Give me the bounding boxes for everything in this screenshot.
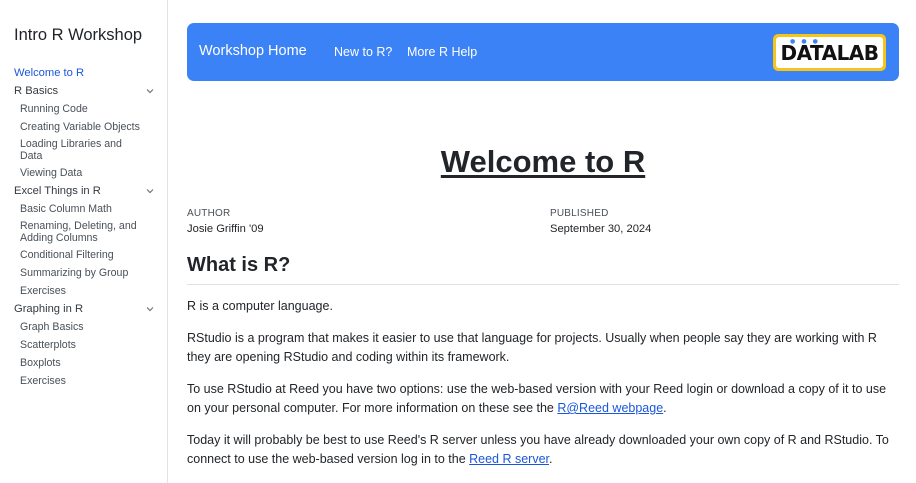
- chevron-down-icon[interactable]: [144, 303, 156, 315]
- sidebar-item-renaming-deleting-and-adding-columns[interactable]: Renaming, Deleting, and Adding Columns: [0, 220, 140, 244]
- sidebar-item-graph-basics[interactable]: Graph Basics: [0, 320, 168, 334]
- sidebar-item-label: Boxplots: [20, 357, 61, 369]
- author-label: AUTHOR: [187, 208, 231, 219]
- sidebar-item-boxplots[interactable]: Boxplots: [0, 356, 168, 370]
- main-content: Welcome to R AUTHOR Josie Griffin '09 PU…: [187, 0, 899, 483]
- paragraph-2: RStudio is a program that makes it easie…: [187, 331, 877, 364]
- sidebar-item-label: Running Code: [20, 103, 88, 115]
- sidebar-item-conditional-filtering[interactable]: Conditional Filtering: [0, 248, 168, 262]
- page-title-text: Welcome to R: [440, 144, 646, 179]
- sidebar-item-label: R Basics: [14, 85, 59, 97]
- chevron-down-icon[interactable]: [144, 85, 156, 97]
- sidebar-section-graphing-in-r[interactable]: Graphing in R: [0, 302, 168, 316]
- sidebar-item-label: Loading Libraries and Data: [20, 138, 122, 162]
- sidebar-item-label: Excel Things in R: [14, 185, 101, 197]
- paragraph-3-text: To use RStudio at Reed you have two opti…: [187, 382, 887, 415]
- sidebar-item-label: Renaming, Deleting, and Adding Columns: [20, 220, 137, 244]
- sidebar-section-r-basics[interactable]: R Basics: [0, 84, 168, 98]
- sidebar-item-loading-libraries-and-data[interactable]: Loading Libraries and Data: [0, 138, 140, 162]
- sidebar-item-label: Graph Basics: [20, 321, 84, 333]
- sidebar-item-label: Summarizing by Group: [20, 267, 129, 279]
- sidebar-item-running-code[interactable]: Running Code: [0, 102, 168, 116]
- author-name: Josie Griffin '09: [187, 223, 264, 235]
- chevron-down-icon[interactable]: [144, 185, 156, 197]
- sidebar-title[interactable]: Intro R Workshop: [14, 26, 142, 45]
- paragraph-4-end: .: [549, 452, 553, 466]
- published-label: PUBLISHED: [550, 208, 609, 219]
- sidebar-item-basic-column-math[interactable]: Basic Column Math: [0, 202, 168, 216]
- sidebar-item-label: Viewing Data: [20, 167, 83, 179]
- sidebar-item-exercises[interactable]: Exercises: [0, 374, 168, 388]
- sidebar-item-creating-variable-objects[interactable]: Creating Variable Objects: [0, 120, 168, 134]
- sidebar-item-label: Graphing in R: [14, 303, 84, 315]
- section-divider: [187, 284, 899, 285]
- reed-r-server-link[interactable]: Reed R server: [469, 452, 549, 466]
- sidebar-item-viewing-data[interactable]: Viewing Data: [0, 166, 168, 180]
- sidebar-item-label: Exercises: [20, 285, 66, 297]
- sidebar-item-label: Basic Column Math: [20, 203, 112, 215]
- sidebar-item-exercises[interactable]: Exercises: [0, 284, 168, 298]
- sidebar-item-scatterplots[interactable]: Scatterplots: [0, 338, 168, 352]
- sidebar-item-label: Scatterplots: [20, 339, 76, 351]
- sidebar-section-excel-things-in-r[interactable]: Excel Things in R: [0, 184, 168, 198]
- sidebar-item-welcome-to-r[interactable]: Welcome to R: [0, 66, 168, 80]
- section-heading: What is R?: [187, 254, 291, 276]
- sidebar-item-label: Welcome to R: [14, 67, 85, 79]
- sidebar-item-label: Conditional Filtering: [20, 249, 114, 261]
- paragraph-1: R is a computer language.: [187, 299, 333, 313]
- sidebar-item-label: Creating Variable Objects: [20, 121, 140, 133]
- sidebar: Intro R Workshop Welcome to R R Basics Run…: [0, 0, 168, 483]
- page-title: Welcome to R: [187, 144, 899, 180]
- r-at-reed-link[interactable]: R@Reed webpage: [557, 401, 663, 415]
- paragraph-3: To use RStudio at Reed you have two opti…: [187, 380, 899, 418]
- sidebar-item-label: Exercises: [20, 375, 66, 387]
- paragraph-4: Today it will probably be best to use Re…: [187, 431, 899, 469]
- sidebar-nav: Welcome to R R Basics Running Code Creating…: [0, 62, 168, 388]
- published-date: September 30, 2024: [550, 223, 652, 235]
- paragraph-3-end: .: [663, 401, 667, 415]
- sidebar-item-summarizing-by-group[interactable]: Summarizing by Group: [0, 266, 168, 280]
